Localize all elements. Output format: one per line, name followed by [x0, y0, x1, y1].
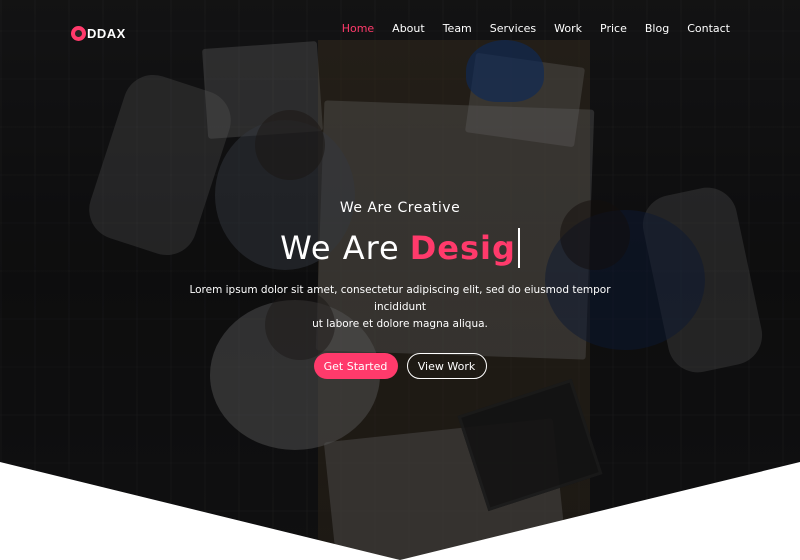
typing-cursor: [517, 228, 520, 268]
main-nav: Home About Team Services Work Price Blog…: [324, 22, 730, 35]
hero-subtitle: We Are Creative: [339, 200, 461, 216]
get-started-button[interactable]: Get Started: [313, 353, 398, 379]
logo-text: DDAX: [87, 25, 126, 41]
hero-buttons: Get Started View Work: [0, 353, 800, 379]
logo-mark-icon: [71, 25, 86, 41]
nav-item-services[interactable]: Services: [490, 22, 536, 35]
nav-item-contact[interactable]: Contact: [687, 22, 730, 35]
view-work-button[interactable]: View Work: [406, 353, 487, 379]
nav-item-blog[interactable]: Blog: [645, 22, 669, 35]
description-line: ut labore et dolore magna aliqua.: [312, 318, 488, 330]
headline-prefix: We Are: [280, 229, 400, 267]
nav-item-about[interactable]: About: [392, 22, 425, 35]
site-header: DDAX Home About Team Services Work Price…: [0, 0, 800, 62]
hero-content: We Are Creative We Are Desig Lorem ipsum…: [0, 200, 800, 379]
hero-headline: We Are Desig: [280, 228, 520, 268]
description-line: Lorem ipsum dolor sit amet, consectetur …: [189, 284, 611, 313]
nav-item-team[interactable]: Team: [443, 22, 472, 35]
site-logo[interactable]: DDAX: [71, 23, 126, 43]
headline-accent: Desig: [409, 229, 516, 267]
nav-item-work[interactable]: Work: [554, 22, 582, 35]
hero-section: DDAX Home About Team Services Work Price…: [0, 0, 800, 560]
hero-description: Lorem ipsum dolor sit amet, consectetur …: [180, 282, 620, 333]
nav-item-price[interactable]: Price: [600, 22, 627, 35]
nav-item-home[interactable]: Home: [342, 22, 374, 35]
